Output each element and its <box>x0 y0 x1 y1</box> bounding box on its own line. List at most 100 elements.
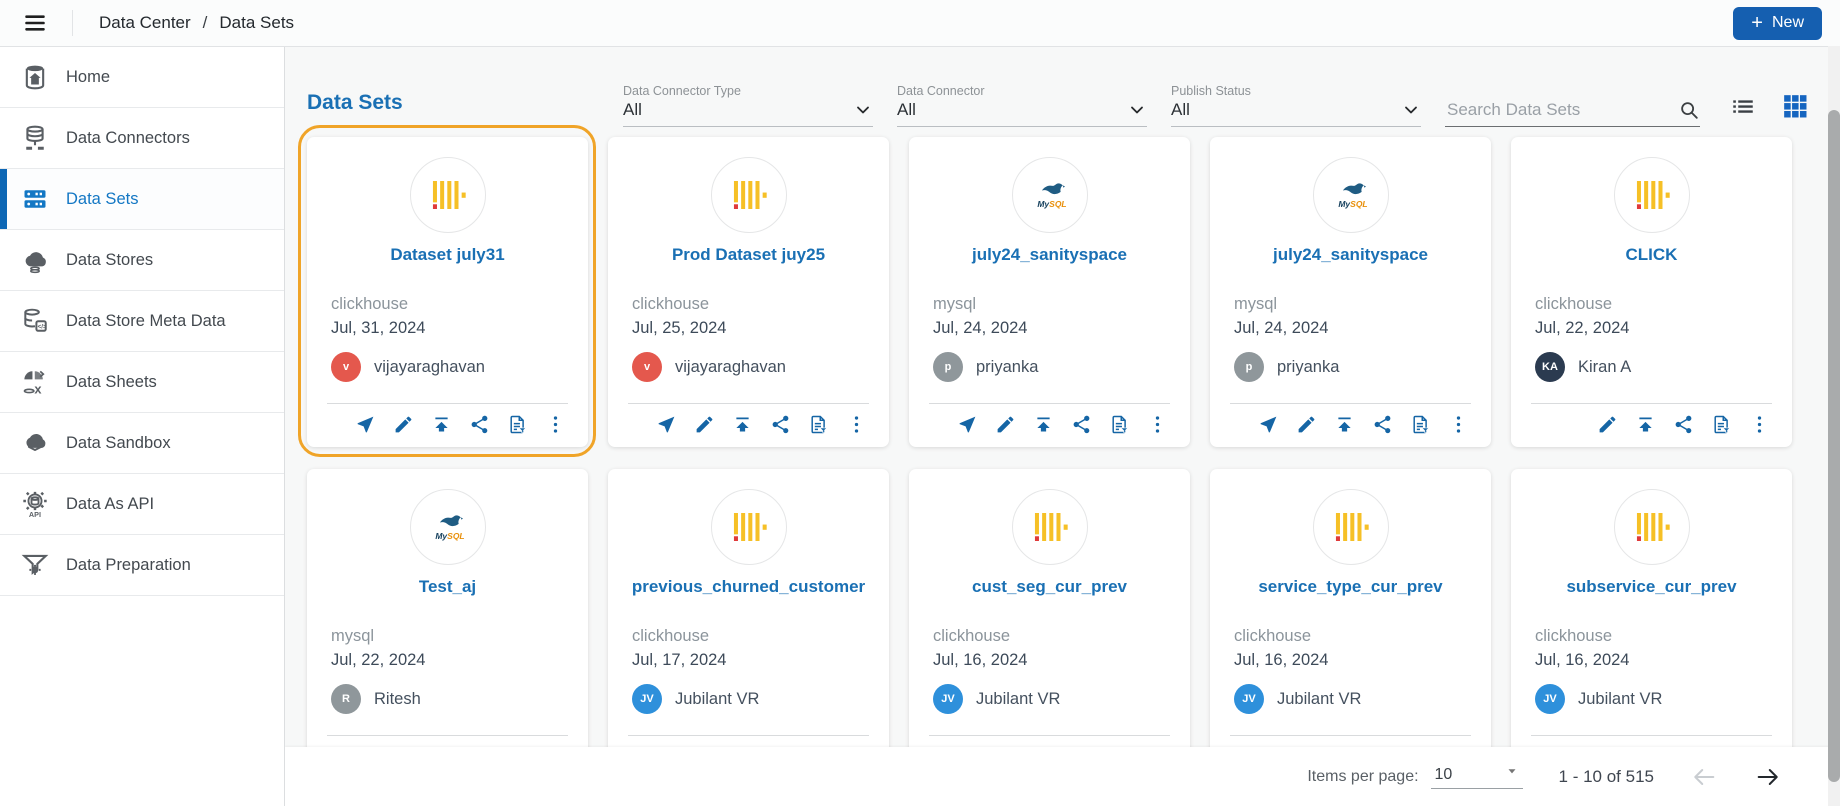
share-icon[interactable] <box>469 414 490 435</box>
sidebar-item-label: Data Sets <box>66 189 139 208</box>
next-page-icon[interactable] <box>1754 763 1782 791</box>
copy-with-filter-icon[interactable] <box>507 414 528 435</box>
search-input[interactable] <box>1445 99 1670 121</box>
owner-row: JV Jubilant VR <box>1529 684 1774 714</box>
svg-text:API: API <box>29 510 41 518</box>
send-icon[interactable] <box>957 414 978 435</box>
send-icon[interactable] <box>355 414 376 435</box>
more-menu-icon[interactable] <box>1147 414 1168 435</box>
dataset-name-link[interactable]: Dataset july31 <box>325 245 570 265</box>
items-per-page-label: Items per page: <box>1307 768 1419 785</box>
connector-type-text: clickhouse <box>1535 295 1613 313</box>
card-actions <box>1230 403 1471 447</box>
pagination-range: 1 - 10 of 515 <box>1558 767 1654 786</box>
owner-name: vijayaraghavan <box>374 357 485 376</box>
filter-label: Data Connector <box>897 84 985 98</box>
dataset-name-link[interactable]: previous_churned_customer <box>626 577 871 597</box>
owner-row: v vijayaraghavan <box>325 352 570 382</box>
sidebar-item-data-store-meta-data[interactable]: </> Data Store Meta Data <box>0 291 284 352</box>
sidebar-item-data-stores[interactable]: Data Stores <box>0 230 284 291</box>
data-connectors-icon <box>20 123 50 153</box>
owner-row: JV Jubilant VR <box>927 684 1172 714</box>
publish-icon[interactable] <box>1033 414 1054 435</box>
owner-name: priyanka <box>1277 357 1340 376</box>
sidebar-item-data-preparation[interactable]: Data Preparation <box>0 535 284 596</box>
send-icon[interactable] <box>1258 414 1279 435</box>
more-menu-icon[interactable] <box>1749 414 1770 435</box>
owner-row: p priyanka <box>1228 352 1473 382</box>
breadcrumb-data-center[interactable]: Data Center <box>99 13 191 33</box>
previous-page-icon[interactable] <box>1690 763 1718 791</box>
owner-row: KA Kiran A <box>1529 352 1774 382</box>
sidebar-item-data-sandbox[interactable]: Data Sandbox <box>0 413 284 474</box>
publish-icon[interactable] <box>732 414 753 435</box>
share-icon[interactable] <box>1071 414 1092 435</box>
edit-icon[interactable] <box>995 414 1016 435</box>
card-actions <box>1531 403 1772 447</box>
dataset-name-link[interactable]: subservice_cur_prev <box>1529 577 1774 597</box>
copy-with-filter-icon[interactable] <box>1711 414 1732 435</box>
send-icon[interactable] <box>656 414 677 435</box>
share-icon[interactable] <box>1673 414 1694 435</box>
view-toggles <box>1730 93 1808 127</box>
more-menu-icon[interactable] <box>846 414 867 435</box>
owner-avatar: p <box>1234 352 1264 382</box>
publish-icon[interactable] <box>431 414 452 435</box>
dataset-name-link[interactable]: july24_sanityspace <box>1228 245 1473 265</box>
mysql-logo-icon: MySQL <box>1011 157 1088 233</box>
edit-icon[interactable] <box>1296 414 1317 435</box>
owner-name: Jubilant VR <box>1277 689 1362 708</box>
dataset-name-link[interactable]: july24_sanityspace <box>927 245 1172 265</box>
clickhouse-logo-icon <box>1613 157 1690 233</box>
search-icon[interactable] <box>1678 99 1700 121</box>
owner-name: Jubilant VR <box>675 689 760 708</box>
dataset-name-link[interactable]: service_type_cur_prev <box>1228 577 1473 597</box>
sidebar-item-data-as-api[interactable]: API Data As API <box>0 474 284 535</box>
edit-icon[interactable] <box>393 414 414 435</box>
edit-icon[interactable] <box>694 414 715 435</box>
share-icon[interactable] <box>1372 414 1393 435</box>
more-menu-icon[interactable] <box>545 414 566 435</box>
sidebar-item-data-connectors[interactable]: Data Connectors <box>0 108 284 169</box>
dataset-date: Jul, 16, 2024 <box>1234 651 1329 669</box>
sidebar-item-data-sheets[interactable]: x Data Sheets <box>0 352 284 413</box>
items-per-page-select[interactable]: 10 <box>1430 766 1523 789</box>
dataset-name-link[interactable]: Prod Dataset juy25 <box>626 245 871 265</box>
hamburger-menu-icon[interactable] <box>18 6 52 40</box>
owner-row: p priyanka <box>927 352 1172 382</box>
scrollbar-thumb[interactable] <box>1828 110 1840 782</box>
owner-row: v vijayaraghavan <box>626 352 871 382</box>
sidebar-item-home[interactable]: Home <box>0 47 284 108</box>
share-icon[interactable] <box>770 414 791 435</box>
scrollbar-track[interactable] <box>1828 46 1840 806</box>
search-box <box>1445 99 1700 127</box>
data-connector-filter[interactable]: Data Connector All <box>897 84 1147 127</box>
publish-icon[interactable] <box>1334 414 1355 435</box>
breadcrumb-data-sets[interactable]: Data Sets <box>219 13 294 33</box>
connector-type-text: clickhouse <box>933 627 1011 645</box>
copy-with-filter-icon[interactable] <box>1410 414 1431 435</box>
new-button[interactable]: + New <box>1733 6 1822 40</box>
publish-icon[interactable] <box>1635 414 1656 435</box>
edit-icon[interactable] <box>1597 414 1618 435</box>
copy-with-filter-icon[interactable] <box>808 414 829 435</box>
data-connector-type-filter[interactable]: Data Connector Type All <box>623 84 873 127</box>
dataset-name-link[interactable]: CLICK <box>1529 245 1774 265</box>
dataset-card: Dataset july31 clickhouse Jul, 31, 2024 … <box>298 125 596 457</box>
dataset-date: Jul, 25, 2024 <box>632 319 727 337</box>
grid-view-icon[interactable] <box>1782 93 1808 119</box>
copy-with-filter-icon[interactable] <box>1109 414 1130 435</box>
list-view-icon[interactable] <box>1730 93 1756 119</box>
dataset-date: Jul, 22, 2024 <box>331 651 426 669</box>
sidebar-item-label: Data Preparation <box>66 555 191 574</box>
sidebar-item-data-sets[interactable]: Data Sets <box>0 169 284 230</box>
dataset-name-link[interactable]: Test_aj <box>325 577 570 597</box>
dataset-card: cust_seg_cur_prev clickhouse Jul, 16, 20… <box>909 469 1190 779</box>
dataset-name-link[interactable]: cust_seg_cur_prev <box>927 577 1172 597</box>
publish-status-filter[interactable]: Publish Status All <box>1171 84 1421 127</box>
connector-type-text: clickhouse <box>632 627 710 645</box>
app-window: Data Center / Data Sets + New Home Data … <box>0 0 1840 806</box>
more-menu-icon[interactable] <box>1448 414 1469 435</box>
main-header: Data Sets Data Connector Type All Data C… <box>285 47 1840 127</box>
dataset-card: service_type_cur_prev clickhouse Jul, 16… <box>1210 469 1491 779</box>
